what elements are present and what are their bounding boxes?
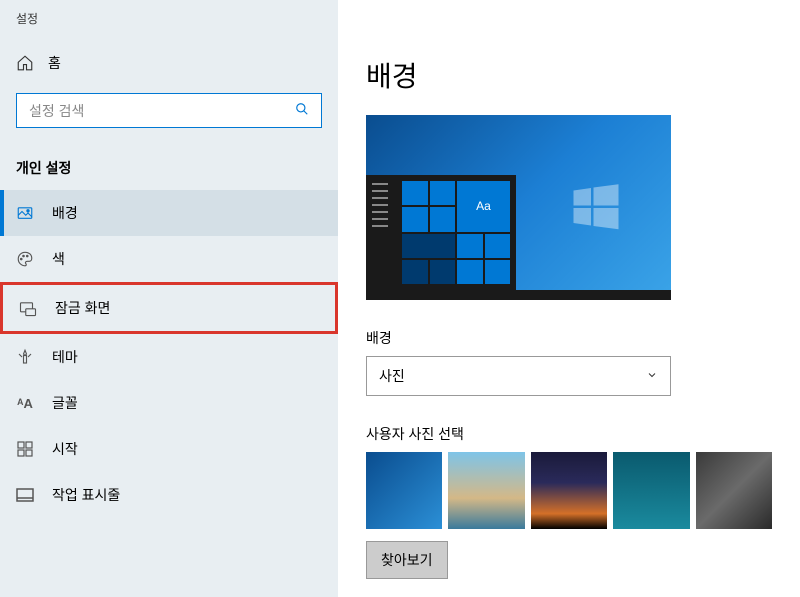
desktop-preview: Aa bbox=[366, 115, 671, 300]
dropdown-value: 사진 bbox=[379, 366, 405, 386]
nav-label: 시작 bbox=[52, 439, 78, 459]
preview-tile-aa: Aa bbox=[457, 181, 510, 232]
nav-label: 테마 bbox=[52, 347, 78, 367]
photo-thumb-3[interactable] bbox=[531, 452, 607, 529]
nav-label: 배경 bbox=[52, 203, 78, 223]
home-label: 홈 bbox=[48, 53, 61, 73]
sidebar-item-colors[interactable]: 색 bbox=[0, 236, 338, 282]
background-dropdown[interactable]: 사진 bbox=[366, 356, 671, 396]
nav-label: 색 bbox=[52, 249, 65, 269]
nav-label: 잠금 화면 bbox=[55, 298, 110, 318]
main-content: 배경 Aa bbox=[338, 0, 800, 597]
nav-label: 작업 표시줄 bbox=[52, 485, 120, 505]
preview-start-menu: Aa bbox=[366, 175, 516, 290]
home-nav-item[interactable]: 홈 bbox=[0, 45, 338, 81]
photo-thumb-1[interactable] bbox=[366, 452, 442, 529]
settings-title: 설정 bbox=[0, 10, 338, 45]
sidebar-item-background[interactable]: 배경 bbox=[0, 190, 338, 236]
page-title: 배경 bbox=[366, 55, 772, 95]
font-icon: ᴬA bbox=[16, 394, 34, 412]
nav-label: 글꼴 bbox=[52, 393, 78, 413]
sidebar: 설정 홈 개인 설정 배경 bbox=[0, 0, 338, 597]
section-title: 개인 설정 bbox=[0, 140, 338, 190]
lock-screen-icon bbox=[19, 299, 37, 317]
photo-thumb-4[interactable] bbox=[613, 452, 689, 529]
taskbar-icon bbox=[16, 486, 34, 504]
image-icon bbox=[16, 204, 34, 222]
search-field[interactable] bbox=[16, 93, 322, 128]
choose-photo-label: 사용자 사진 선택 bbox=[366, 424, 772, 444]
sidebar-item-themes[interactable]: 테마 bbox=[0, 334, 338, 380]
sidebar-item-fonts[interactable]: ᴬA 글꼴 bbox=[0, 380, 338, 426]
windows-logo-icon bbox=[566, 178, 626, 238]
photo-thumb-5[interactable] bbox=[696, 452, 772, 529]
photo-thumbnails bbox=[366, 452, 772, 529]
sidebar-item-lock-screen[interactable]: 잠금 화면 bbox=[0, 282, 338, 334]
sidebar-item-start[interactable]: 시작 bbox=[0, 426, 338, 472]
chevron-down-icon bbox=[646, 369, 658, 384]
palette-icon bbox=[16, 250, 34, 268]
search-input[interactable] bbox=[29, 103, 295, 119]
background-field-label: 배경 bbox=[366, 328, 772, 348]
photo-thumb-2[interactable] bbox=[448, 452, 524, 529]
theme-icon bbox=[16, 348, 34, 366]
browse-button[interactable]: 찾아보기 bbox=[366, 541, 448, 579]
home-icon bbox=[16, 54, 34, 72]
search-icon bbox=[295, 102, 309, 119]
start-icon bbox=[16, 440, 34, 458]
sidebar-item-taskbar[interactable]: 작업 표시줄 bbox=[0, 472, 338, 518]
